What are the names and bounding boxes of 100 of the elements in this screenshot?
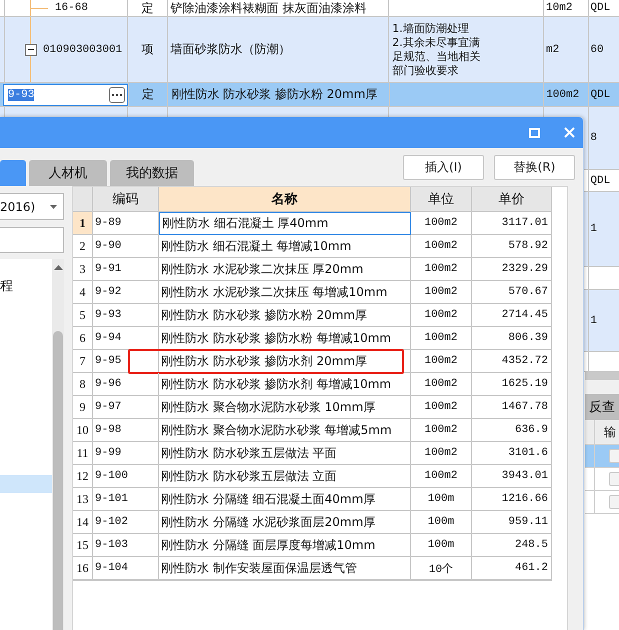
table-row[interactable]: 16-68 定 铲除油漆涂料裱糊面 抹灰面油漆涂料 10m2 QDL bbox=[0, 0, 619, 17]
table-cell: 10个 bbox=[411, 557, 472, 580]
table-row[interactable]: 16 9-104 刚性防水 制作安装屋面保温层透气管 10个 461.2 bbox=[73, 557, 552, 580]
table-cell: 1 bbox=[590, 223, 598, 235]
table-cell: 1625.19 bbox=[472, 373, 552, 396]
table-row[interactable] bbox=[585, 468, 619, 491]
table-row[interactable]: 6 9-94 刚性防水 防水砂浆 掺防水粉 每增减10mm 100m2 806.39 bbox=[73, 327, 552, 350]
table-row[interactable]: 1 9-89 刚性防水 细石混凝土 厚40mm 100m2 3117.01 bbox=[73, 212, 552, 235]
table-row[interactable]: 8 9-96 刚性防水 防水砂浆 掺防水剂 每增减10mm 100m2 1625.19 bbox=[73, 373, 552, 396]
tab[interactable] bbox=[0, 160, 26, 186]
table-cell: 100m2 bbox=[411, 465, 472, 488]
table-cell: 刚性防水 分隔缝 细石混凝土面40mm厚 bbox=[159, 488, 411, 511]
table-row[interactable]: 5 9-93 刚性防水 防水砂浆 掺防水粉 20mm厚 100m2 2714.45 bbox=[73, 304, 552, 327]
table-cell: 刚性防水 细石混凝土 厚40mm bbox=[159, 212, 411, 235]
row-number: 9 bbox=[73, 396, 93, 419]
table-cell: 刚性防水 聚合物水泥防水砂浆 每增减5mm bbox=[159, 419, 411, 442]
tab[interactable]: 我的数据 bbox=[110, 160, 194, 186]
table-row[interactable]: 2 9-90 刚性防水 细石混凝土 每增减10mm 100m2 578.92 bbox=[73, 235, 552, 258]
table-cell: 3101.6 bbox=[472, 442, 552, 465]
table-cell: 1 bbox=[590, 314, 598, 326]
row-number: 10 bbox=[73, 419, 93, 442]
table-cell: 100m2 bbox=[411, 350, 472, 373]
tab[interactable]: 人材机 bbox=[29, 160, 107, 186]
table-cell: 100m2 bbox=[411, 442, 472, 465]
table-cell: 9-101 bbox=[93, 488, 159, 511]
table-row[interactable]: 15 9-103 刚性防水 分隔缝 面层厚度每增减10mm 100m 248.5 bbox=[73, 534, 552, 557]
row-number: 5 bbox=[73, 304, 93, 327]
table-row[interactable] bbox=[585, 491, 619, 514]
table-cell: 刚性防水 防水砂浆 掺防水粉 20mm厚 bbox=[159, 304, 411, 327]
table-cell: 100m2 bbox=[411, 212, 472, 235]
table-cell: 9-102 bbox=[93, 511, 159, 534]
table-cell: 578.92 bbox=[472, 235, 552, 258]
table-cell: 100m2 bbox=[411, 396, 472, 419]
collapse-toggle[interactable] bbox=[24, 44, 37, 56]
table-row[interactable]: 12 9-100 刚性防水 防水砂浆五层做法 立面 100m2 3943.01 bbox=[73, 465, 552, 488]
row-number: 11 bbox=[73, 442, 93, 465]
table-cell: QDL bbox=[590, 88, 610, 100]
table-cell: 9-98 bbox=[93, 419, 159, 442]
search-field[interactable] bbox=[0, 227, 64, 253]
code-input[interactable]: 9-93 bbox=[2, 84, 128, 106]
table-cell: 100m2 bbox=[411, 327, 472, 350]
column-header[interactable]: 名称 bbox=[159, 187, 411, 212]
maximize-icon[interactable] bbox=[529, 128, 540, 138]
row-number: 2 bbox=[73, 235, 93, 258]
table-cell: 9-104 bbox=[93, 557, 159, 580]
scrollbar[interactable] bbox=[52, 259, 64, 630]
table-cell: 60 bbox=[590, 44, 604, 56]
table-cell: 2714.45 bbox=[472, 304, 552, 327]
row-number: 8 bbox=[73, 373, 93, 396]
table-cell: QDL bbox=[590, 174, 610, 186]
table-cell: 刚性防水 分隔缝 面层厚度每增减10mm bbox=[159, 534, 411, 557]
splitter[interactable] bbox=[585, 372, 619, 380]
column-header[interactable]: 编码 bbox=[93, 187, 159, 212]
close-icon[interactable] bbox=[564, 127, 575, 138]
row-number: 14 bbox=[73, 511, 93, 534]
table-row[interactable]: 3 9-91 刚性防水 水泥砂浆二次抹压 厚20mm 100m2 2329.29 bbox=[73, 258, 552, 281]
row-number: 7 bbox=[73, 350, 93, 373]
row-number: 16 bbox=[73, 557, 93, 580]
table-cell: 100m2 bbox=[411, 281, 472, 304]
panel-tab[interactable]: 反查 bbox=[585, 394, 619, 420]
table-cell: 1467.78 bbox=[472, 396, 552, 419]
table-cell: 4352.72 bbox=[472, 350, 552, 373]
table-row[interactable]: 7 9-95 刚性防水 防水砂浆 掺防水剂 20mm厚 100m2 4352.72 bbox=[73, 350, 552, 373]
table-cell: 461.2 bbox=[472, 557, 552, 580]
table-cell: 刚性防水 水泥砂浆二次抹压 厚20mm bbox=[159, 258, 411, 281]
tree-item[interactable]: 程 bbox=[0, 277, 52, 295]
column-header[interactable]: 单位 bbox=[411, 187, 472, 212]
table-row[interactable]: 010903003001 项 墙面砂浆防水（防潮） 1.墙面防潮处理 2.其余未尽事宜满足规范、当地相关部门验收要求 m2 60 bbox=[0, 17, 619, 83]
table-row[interactable]: 10 9-98 刚性防水 聚合物水泥防水砂浆 每增减5mm 100m2 636.9 bbox=[73, 419, 552, 442]
scroll-up-icon[interactable] bbox=[54, 265, 62, 270]
table-row[interactable]: 13 9-101 刚性防水 分隔缝 细石混凝土面40mm厚 100m 1216.66 bbox=[73, 488, 552, 511]
column-header[interactable]: 单价 bbox=[472, 187, 552, 212]
table-cell: 100m bbox=[411, 511, 472, 534]
dialog-button[interactable]: 插入(I) bbox=[403, 155, 484, 180]
table-cell: 100m bbox=[411, 488, 472, 511]
table-cell: 2329.29 bbox=[472, 258, 552, 281]
table-row[interactable]: 11 9-99 刚性防水 防水砂浆五层做法 平面 100m2 3101.6 bbox=[73, 442, 552, 465]
table-row[interactable] bbox=[585, 445, 619, 468]
table-cell: 9-99 bbox=[93, 442, 159, 465]
table-row[interactable]: 9-93 定 刚性防水 防水砂浆 掺防水粉 20mm厚 100m2 QDL bbox=[0, 83, 619, 107]
dialog-button[interactable]: 替换(R) bbox=[494, 155, 575, 180]
table-row[interactable]: 14 9-102 刚性防水 分隔缝 水泥砂浆面层20mm厚 100m 959.11 bbox=[73, 511, 552, 534]
library-dropdown[interactable]: 2016) bbox=[0, 193, 64, 220]
table-cell: 定 bbox=[142, 86, 154, 103]
row-number: 3 bbox=[73, 258, 93, 281]
table-cell: 100m2 bbox=[411, 419, 472, 442]
table-cell: QDL bbox=[590, 2, 610, 14]
more-button[interactable] bbox=[108, 86, 125, 102]
table-cell: 100m2 bbox=[411, 304, 472, 327]
table-cell: 9-94 bbox=[93, 327, 159, 350]
table-cell: 9-100 bbox=[93, 465, 159, 488]
table-cell: 刚性防水 防水砂浆五层做法 平面 bbox=[159, 442, 411, 465]
row-number: 13 bbox=[73, 488, 93, 511]
table-row[interactable]: 9 9-97 刚性防水 聚合物水泥防水砂浆 10mm厚 100m2 1467.78 bbox=[73, 396, 552, 419]
table-row[interactable]: 4 9-92 刚性防水 水泥砂浆二次抹压 每增减10mm 100m2 570.67 bbox=[73, 281, 552, 304]
caret-icon bbox=[50, 204, 57, 208]
table-cell: 8 bbox=[590, 132, 598, 144]
tree-item[interactable] bbox=[0, 475, 52, 493]
table-cell: 9-93 bbox=[93, 304, 159, 327]
table-cell: 刚性防水 分隔缝 水泥砂浆面层20mm厚 bbox=[159, 511, 411, 534]
